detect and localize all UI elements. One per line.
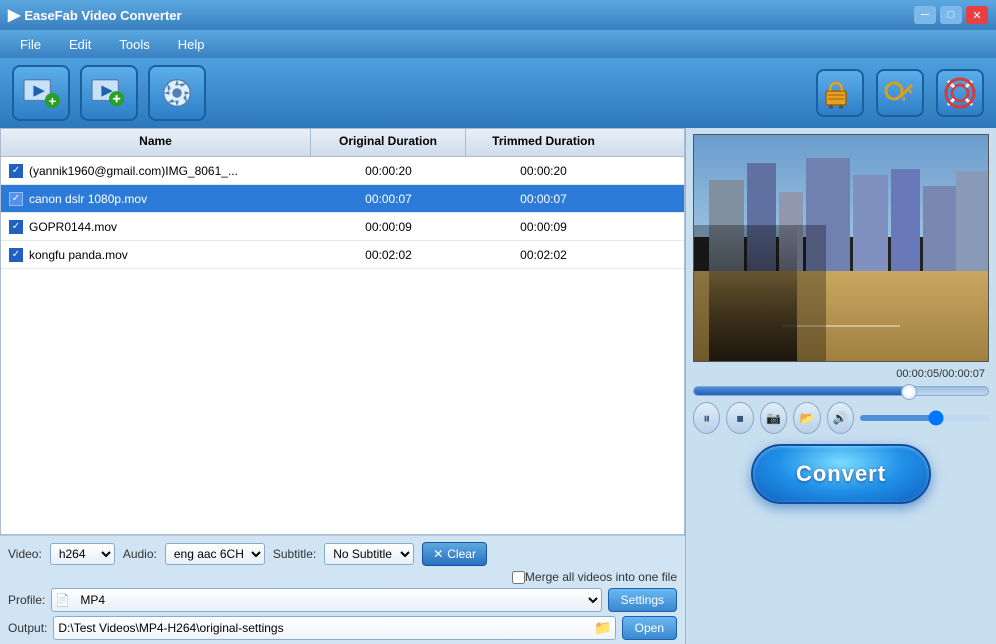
progress-bar[interactable] [693,386,989,396]
bottom-controls: Video: h264 Audio: eng aac 6CH Subtitle:… [0,535,685,644]
output-path-input[interactable] [53,616,615,640]
row-trim-duration: 00:00:09 [466,220,621,234]
table-row[interactable]: GOPR0144.mov 00:00:09 00:00:09 [1,213,684,241]
row-orig-duration: 00:02:02 [311,248,466,262]
profile-icon: 📄 [55,593,70,607]
row-checkbox[interactable] [9,192,23,206]
row-name: kongfu panda.mov [1,248,311,262]
row-orig-duration: 00:00:07 [311,192,466,206]
subtitle-label: Subtitle: [273,547,316,561]
file-name: canon dslr 1080p.mov [29,192,147,206]
window-controls: ─ □ ✕ [914,6,988,24]
browse-folder-icon[interactable]: 📁 [594,620,611,637]
output-label: Output: [8,621,47,635]
row-checkbox[interactable] [9,248,23,262]
video-label: Video: [8,547,42,561]
app-title: EaseFab Video Converter [24,8,181,23]
menu-file[interactable]: File [8,34,53,55]
row-name: (yannik1960@gmail.com)IMG_8061_... [1,164,311,178]
col-orig-header: Original Duration [311,129,466,156]
settings-button[interactable] [148,65,206,121]
profile-label: Profile: [8,593,45,607]
open-file-button[interactable]: 📂 [793,402,820,434]
clear-label: Clear [447,547,476,561]
row-orig-duration: 00:00:20 [311,164,466,178]
table-row[interactable]: (yannik1960@gmail.com)IMG_8061_... 00:00… [1,157,684,185]
preview-time: 00:00:05/00:00:07 [896,368,989,380]
merge-label: Merge all videos into one file [525,570,677,584]
toolbar-right [816,69,984,117]
menu-edit[interactable]: Edit [57,34,103,55]
av-controls-row: Video: h264 Audio: eng aac 6CH Subtitle:… [8,542,677,566]
row-name: canon dslr 1080p.mov [1,192,311,206]
audio-label: Audio: [123,547,157,561]
col-name-header: Name [1,129,311,156]
progress-thumb[interactable] [901,384,917,400]
row-checkbox[interactable] [9,164,23,178]
minimize-button[interactable]: ─ [914,6,936,24]
clear-icon: ✕ [433,547,443,561]
row-trim-duration: 00:02:02 [466,248,621,262]
file-name: kongfu panda.mov [29,248,128,262]
help-button[interactable] [936,69,984,117]
profile-settings-button[interactable]: Settings [608,588,677,612]
output-input-wrap: 📁 [53,616,615,640]
output-row: Output: 📁 Open [8,616,677,640]
svg-text:+: + [49,93,57,108]
col-trim-header: Trimmed Duration [466,129,621,156]
row-trim-duration: 00:00:20 [466,164,621,178]
row-trim-duration: 00:00:07 [466,192,621,206]
volume-slider[interactable] [860,415,989,421]
row-orig-duration: 00:00:09 [311,220,466,234]
subtitle-select[interactable]: No Subtitle [324,543,414,565]
time-display-row: 00:00:05/00:00:07 [693,368,989,380]
profile-row: Profile: MP4 📄 Settings [8,588,677,612]
row-checkbox[interactable] [9,220,23,234]
file-name: (yannik1960@gmail.com)IMG_8061_... [29,164,238,178]
convert-button[interactable]: Convert [751,444,931,504]
row-name: GOPR0144.mov [1,220,311,234]
profile-select[interactable]: MP4 [51,588,601,612]
clear-button[interactable]: ✕ Clear [422,542,487,566]
screenshot-button[interactable]: 📷 [760,402,787,434]
pause-button[interactable]: ⏸ [693,402,720,434]
toolbar: + [0,58,996,128]
file-list-header: Name Original Duration Trimmed Duration [1,129,684,157]
menu-tools[interactable]: Tools [107,34,161,55]
main-content: Name Original Duration Trimmed Duration … [0,128,996,644]
edit-video-button[interactable] [80,65,138,121]
player-controls: ⏸ ⏹ 📷 📂 🔊 [693,402,989,434]
title-bar: ▶ EaseFab Video Converter ─ □ ✕ [0,0,996,30]
table-row[interactable]: kongfu panda.mov 00:02:02 00:02:02 [1,241,684,269]
audio-select[interactable]: eng aac 6CH [165,543,265,565]
menu-help[interactable]: Help [166,34,217,55]
right-panel: 00:00:05/00:00:07 ⏸ ⏹ 📷 📂 🔊 Convert [686,128,996,644]
table-row[interactable]: canon dslr 1080p.mov 00:00:07 00:00:07 [1,185,684,213]
video-select[interactable]: h264 [50,543,115,565]
file-list-area: Name Original Duration Trimmed Duration … [0,128,685,535]
merge-checkbox[interactable] [512,571,525,584]
progress-fill [694,387,909,395]
add-video-button[interactable]: + [12,65,70,121]
close-button[interactable]: ✕ [966,6,988,24]
app-icon: ▶ [8,5,20,25]
buy-button[interactable] [816,69,864,117]
video-preview [693,134,989,362]
left-panel: Name Original Duration Trimmed Duration … [0,128,686,644]
stop-button[interactable]: ⏹ [726,402,753,434]
merge-row: Merge all videos into one file [8,570,677,584]
key-button[interactable] [876,69,924,117]
file-name: GOPR0144.mov [29,220,117,234]
menu-bar: File Edit Tools Help [0,30,996,58]
volume-button[interactable]: 🔊 [827,402,854,434]
open-output-button[interactable]: Open [622,616,677,640]
maximize-button[interactable]: □ [940,6,962,24]
